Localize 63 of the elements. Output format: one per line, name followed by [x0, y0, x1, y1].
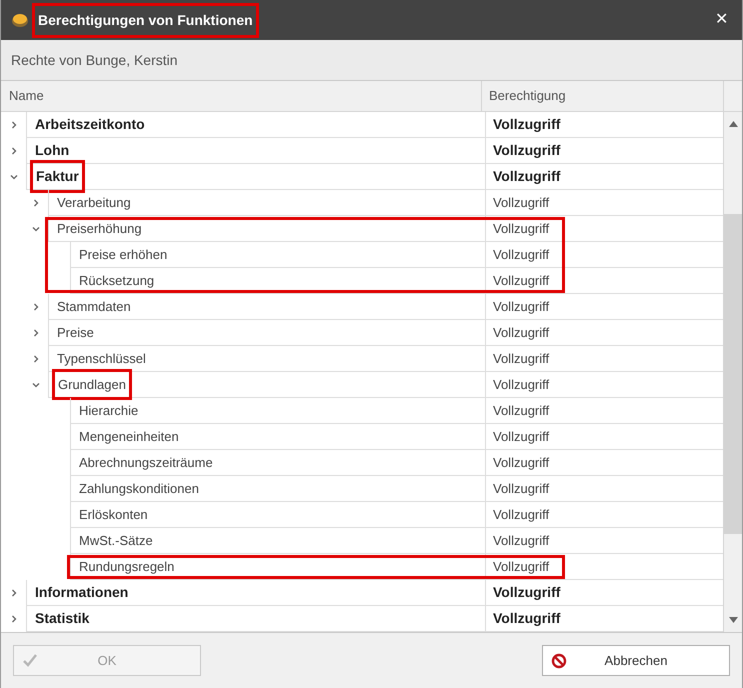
close-button[interactable]: ✕: [715, 8, 728, 32]
tree-item-label[interactable]: MwSt.-Sätze: [77, 530, 155, 550]
expand-chevron-icon[interactable]: [32, 329, 40, 337]
prohibited-icon: [551, 653, 567, 669]
expand-chevron-icon[interactable]: [32, 303, 40, 311]
tree-item-label[interactable]: Faktur: [33, 163, 82, 190]
tree-item-label[interactable]: Rundungsregeln: [77, 556, 176, 576]
tree-item-label[interactable]: Preise erhöhen: [77, 244, 170, 264]
tree-item-label[interactable]: Verarbeitung: [55, 192, 133, 212]
tree-item-label[interactable]: Typenschlüssel: [55, 348, 148, 368]
tree-item-label[interactable]: Mengeneinheiten: [77, 426, 181, 446]
permission-cell-text: Vollzugriff: [493, 376, 550, 394]
tree-item-label[interactable]: Grundlagen: [55, 372, 129, 398]
scroll-up-icon[interactable]: [728, 121, 738, 127]
permission-cell-text: Vollzugriff: [493, 558, 550, 576]
permission-cell-text: Vollzugriff: [493, 583, 560, 602]
permission-cell-text: Vollzugriff: [493, 272, 550, 290]
app-icon: [11, 12, 29, 28]
tree-item-label[interactable]: Hierarchie: [77, 400, 140, 420]
tree-item-label[interactable]: Abrechnungszeiträume: [77, 452, 215, 472]
scroll-down-icon[interactable]: [728, 617, 738, 623]
expand-chevron-icon[interactable]: [10, 589, 18, 597]
tree-item-label[interactable]: Rücksetzung: [77, 270, 156, 290]
permission-cell-text: Vollzugriff: [493, 220, 550, 238]
expand-chevron-icon[interactable]: [10, 615, 18, 623]
tree-item-label[interactable]: Arbeitszeitkonto: [33, 114, 147, 135]
permission-cell-text: Vollzugriff: [493, 167, 560, 186]
tree-item-label[interactable]: Preise: [55, 322, 96, 342]
collapse-chevron-icon[interactable]: [32, 381, 40, 389]
tree-item-label[interactable]: Zahlungskonditionen: [77, 478, 201, 498]
permission-cell-text: Vollzugriff: [493, 454, 550, 472]
tree-item-label[interactable]: Statistik: [33, 608, 92, 629]
permission-cell-text: Vollzugriff: [493, 402, 550, 420]
subtitle: Rechte von Bunge, Kerstin: [11, 50, 178, 70]
permission-cell-text: Vollzugriff: [493, 428, 550, 446]
tree-item-label[interactable]: Informationen: [33, 582, 130, 603]
permission-cell-text: Vollzugriff: [493, 350, 550, 368]
permission-cell-text: Vollzugriff: [493, 115, 560, 134]
tree-item-label[interactable]: Stammdaten: [55, 296, 133, 316]
collapse-chevron-icon[interactable]: [32, 225, 40, 233]
tree-item-label[interactable]: Erlöskonten: [77, 504, 150, 524]
permission-cell-text: Vollzugriff: [493, 246, 550, 264]
scrollbar-thumb[interactable]: [724, 214, 742, 534]
tree-item-label[interactable]: Lohn: [33, 140, 72, 161]
collapse-chevron-icon[interactable]: [10, 173, 18, 181]
cancel-button[interactable]: Abbrechen: [542, 645, 730, 676]
permission-cell-text: Vollzugriff: [493, 506, 550, 524]
permission-cell-text: Vollzugriff: [493, 609, 560, 628]
permission-cell-text: Vollzugriff: [493, 141, 560, 160]
permission-cell-text: Vollzugriff: [493, 324, 550, 342]
permission-cell-text: Vollzugriff: [493, 480, 550, 498]
permission-cell-text: Vollzugriff: [493, 532, 550, 550]
scrollbar[interactable]: [723, 81, 742, 632]
expand-chevron-icon[interactable]: [10, 147, 18, 155]
permission-cell-text: Vollzugriff: [493, 194, 550, 212]
expand-chevron-icon[interactable]: [10, 121, 18, 129]
expand-chevron-icon[interactable]: [32, 199, 40, 207]
tree-item-label[interactable]: Preiserhöhung: [55, 218, 144, 238]
permission-cell-text: Vollzugriff: [493, 298, 550, 316]
checkmark-icon: [22, 653, 38, 669]
expand-chevron-icon[interactable]: [32, 355, 40, 363]
column-header[interactable]: Name: [1, 81, 481, 111]
window-title: Berechtigungen von Funktionen: [35, 6, 256, 34]
